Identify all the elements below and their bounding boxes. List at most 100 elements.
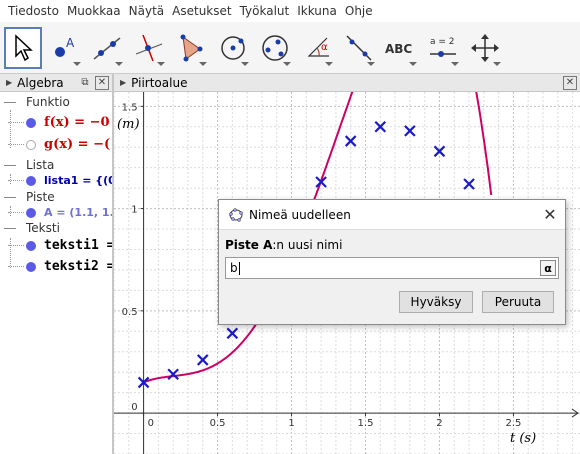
point-icon: A — [55, 36, 75, 57]
rename-dialog: Nimeä uudelleen ✕ Piste A:n uusi nimi b … — [218, 199, 566, 325]
category-piste[interactable]: Piste — [4, 190, 55, 204]
y-tick-label: 1.5 — [122, 102, 138, 113]
algebra-view-title: Algebra — [17, 75, 64, 90]
algebra-item-text: teksti2 = — [44, 259, 112, 274]
menu-ohje[interactable]: Ohje — [341, 4, 377, 18]
polygon-icon — [180, 34, 203, 61]
angle-tool-button[interactable]: α — [298, 27, 336, 69]
move-graphics-tool-button[interactable] — [466, 27, 504, 69]
close-icon[interactable]: ✕ — [535, 200, 565, 230]
category-label: Lista — [26, 158, 55, 172]
menu-tiedosto[interactable]: Tiedosto — [4, 4, 63, 18]
algebra-view-header: ▶ Algebra ⧉ ✕ — [0, 74, 112, 92]
perpendicular-line-icon — [135, 34, 163, 61]
category-funktio[interactable]: Funktio — [4, 95, 70, 109]
graphics-view-title: Piirtoalue — [131, 75, 188, 90]
y-tick-label: 1 — [131, 205, 137, 216]
menu-ikkuna[interactable]: Ikkuna — [293, 4, 341, 18]
geogebra-logo-icon — [229, 207, 243, 222]
slider-icon: a = 2 — [430, 37, 456, 57]
graphics-view-header: ▶ Piirtoalue ✕ — [114, 74, 580, 92]
undock-icon[interactable]: ⧉ — [78, 76, 92, 90]
menu-bar: Tiedosto Muokkaa Näytä Asetukset Työkalut Ikk… — [0, 0, 580, 22]
move-tool-button[interactable] — [4, 26, 42, 69]
algebra-view: Funktio f(x) = −0 g(x) = −( Lista lista1… — [0, 92, 112, 454]
slider-tool-button[interactable]: a = 2 — [424, 27, 462, 69]
svg-text:ABC: ABC — [385, 42, 412, 56]
prompt-object-name: Piste A — [225, 238, 273, 252]
x-tick-label: 1.5 — [358, 418, 374, 429]
point-tool-button[interactable]: A — [46, 27, 84, 69]
menu-työkalut[interactable]: Työkalut — [236, 4, 294, 18]
toolbar: A α ABC a = 2 — [0, 22, 580, 74]
x-tick-label: 1 — [288, 418, 294, 429]
line-icon — [93, 36, 121, 60]
dialog-titlebar[interactable]: Nimeä uudelleen ✕ — [219, 200, 565, 230]
collapse-triangle-icon[interactable]: ▶ — [120, 78, 126, 87]
svg-text:A: A — [66, 36, 75, 50]
algebra-item-g[interactable]: g(x) = −( — [8, 137, 110, 152]
algebra-item-teksti2[interactable]: teksti2 = — [8, 259, 112, 274]
angle-icon: α — [307, 37, 329, 57]
algebra-item-teksti1[interactable]: teksti1 = — [8, 238, 112, 253]
cancel-button[interactable]: Peruuta — [482, 291, 554, 313]
text-icon: ABC — [385, 42, 412, 56]
prompt-text: :n uusi nimi — [272, 238, 343, 252]
ok-button[interactable]: Hyväksy — [399, 291, 473, 313]
menu-näytä[interactable]: Näytä — [125, 4, 169, 18]
visibility-toggle[interactable] — [26, 207, 36, 218]
alpha-symbol-button[interactable]: α — [540, 260, 556, 276]
dialog-prompt: Piste A:n uusi nimi — [225, 238, 342, 252]
menu-muokkaa[interactable]: Muokkaa — [63, 4, 125, 18]
x-tick-label: 2.5 — [505, 418, 521, 429]
close-icon[interactable]: ✕ — [563, 75, 577, 90]
algebra-item-text: teksti1 = — [44, 238, 112, 253]
data-point[interactable] — [433, 145, 446, 158]
algebra-item-text: f(x) = −0 — [44, 115, 110, 130]
category-label: Piste — [26, 190, 55, 204]
text-tool-button[interactable]: ABC — [382, 27, 420, 69]
x-tick-label: 0 — [148, 418, 154, 429]
close-icon[interactable]: ✕ — [95, 75, 109, 90]
text-caret — [238, 261, 240, 275]
svg-text:α: α — [321, 42, 328, 53]
circle-icon — [221, 35, 245, 60]
category-label: Funktio — [26, 95, 70, 109]
menu-asetukset[interactable]: Asetukset — [168, 4, 235, 18]
polygon-tool-button[interactable] — [172, 27, 210, 69]
y-tick-label: 0 — [131, 402, 137, 413]
data-point[interactable] — [404, 125, 416, 137]
category-teksti[interactable]: Teksti — [4, 221, 60, 235]
x-tick-label: 0.5 — [210, 418, 226, 429]
x-axis-label: t (s) — [510, 431, 536, 446]
dialog-title: Nimeä uudelleen — [249, 207, 351, 222]
algebra-item-a[interactable]: A = (1.1, 1.0 — [8, 206, 112, 219]
circle-tool-button[interactable] — [214, 27, 252, 69]
algebra-item-f[interactable]: f(x) = −0 — [8, 115, 110, 130]
visibility-toggle[interactable] — [26, 240, 36, 251]
algebra-item-lista1[interactable]: lista1 = {(0, — [8, 174, 112, 187]
x-tick-label: 2 — [436, 418, 442, 429]
algebra-item-text: lista1 = {(0, — [44, 174, 112, 187]
category-label: Teksti — [26, 221, 60, 235]
arrow-cursor-icon — [15, 33, 33, 61]
new-name-input[interactable]: b α — [225, 257, 559, 279]
y-axis-label: x (m) — [114, 117, 140, 132]
visibility-toggle[interactable] — [26, 117, 36, 128]
line-tool-button[interactable] — [88, 27, 126, 69]
y-tick-label: 0.5 — [122, 307, 138, 318]
visibility-toggle[interactable] — [26, 139, 36, 150]
input-value: b — [230, 261, 238, 275]
perpendicular-tool-button[interactable] — [130, 27, 168, 69]
visibility-toggle[interactable] — [26, 175, 36, 186]
move-arrows-icon — [471, 33, 499, 62]
conic-tool-button[interactable] — [256, 27, 294, 69]
visibility-toggle[interactable] — [26, 261, 36, 272]
algebra-item-text: g(x) = −( — [44, 137, 111, 152]
category-lista[interactable]: Lista — [4, 158, 54, 172]
collapse-triangle-icon[interactable]: ▶ — [6, 78, 12, 87]
reflect-tool-button[interactable] — [340, 27, 378, 69]
reflect-icon — [346, 34, 372, 61]
conic-icon — [262, 34, 288, 61]
svg-text:a = 2: a = 2 — [430, 37, 455, 47]
